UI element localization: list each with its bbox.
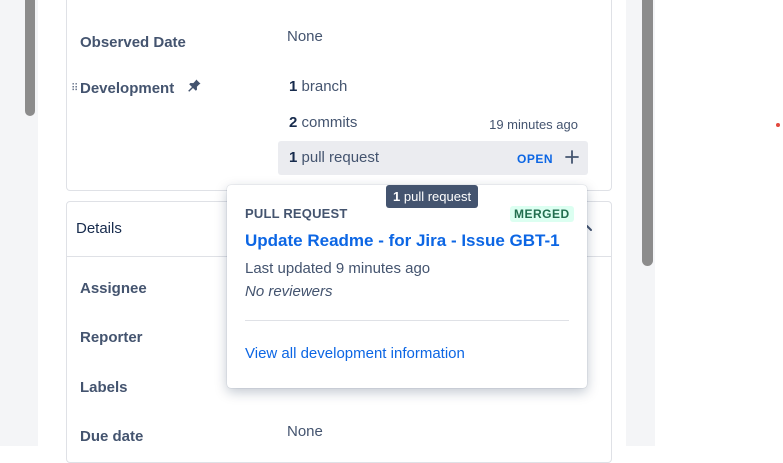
right-scrollbar[interactable]: [642, 0, 653, 266]
pull-request-text: pull request: [301, 149, 380, 166]
tooltip-count: 1: [393, 189, 401, 204]
commits-count: 2: [289, 114, 298, 131]
commits-text: commits: [301, 114, 358, 131]
plus-icon[interactable]: [564, 149, 580, 165]
notification-dot: [776, 123, 780, 127]
details-title[interactable]: Details: [76, 220, 122, 237]
popover-heading: PULL REQUEST: [245, 206, 348, 221]
observed-date-label: Observed Date: [80, 34, 186, 51]
dev-commits-row[interactable]: 2 commits 19 minutes ago: [278, 106, 588, 140]
pull-request-updated: Last updated 9 minutes ago: [245, 260, 431, 277]
left-scrollbar[interactable]: [25, 0, 35, 116]
branch-text: branch: [301, 78, 348, 95]
popover-divider: [245, 320, 569, 321]
pull-request-count: 1: [289, 149, 298, 166]
pull-request-tooltip: 1 pull request: [386, 185, 479, 208]
observed-date-value[interactable]: None: [287, 28, 323, 45]
commits-time: 19 minutes ago: [489, 117, 578, 132]
pull-request-status: OPEN: [517, 152, 554, 166]
pull-request-reviewers: No reviewers: [245, 283, 333, 300]
view-all-development-link[interactable]: View all development information: [245, 345, 465, 362]
pull-request-popover: PULL REQUEST MERGED Update Readme - for …: [227, 185, 587, 388]
merged-badge: MERGED: [510, 206, 574, 222]
branch-count: 1: [289, 78, 298, 95]
dev-branch-row[interactable]: 1 branch: [278, 70, 588, 104]
labels-label: Labels: [80, 379, 128, 396]
due-date-label: Due date: [80, 428, 144, 445]
drag-handle-icon[interactable]: ⠿: [71, 83, 78, 94]
assignee-label: Assignee: [80, 280, 147, 297]
development-label: Development: [80, 80, 175, 97]
reporter-label: Reporter: [80, 329, 143, 346]
tooltip-text: pull request: [403, 189, 472, 204]
dev-pull-request-row[interactable]: 1 pull request OPEN: [278, 141, 588, 175]
pull-request-title-link[interactable]: Update Readme - for Jira - Issue GBT-1: [245, 231, 571, 251]
pin-icon[interactable]: [186, 78, 202, 99]
due-date-value[interactable]: None: [287, 423, 323, 440]
